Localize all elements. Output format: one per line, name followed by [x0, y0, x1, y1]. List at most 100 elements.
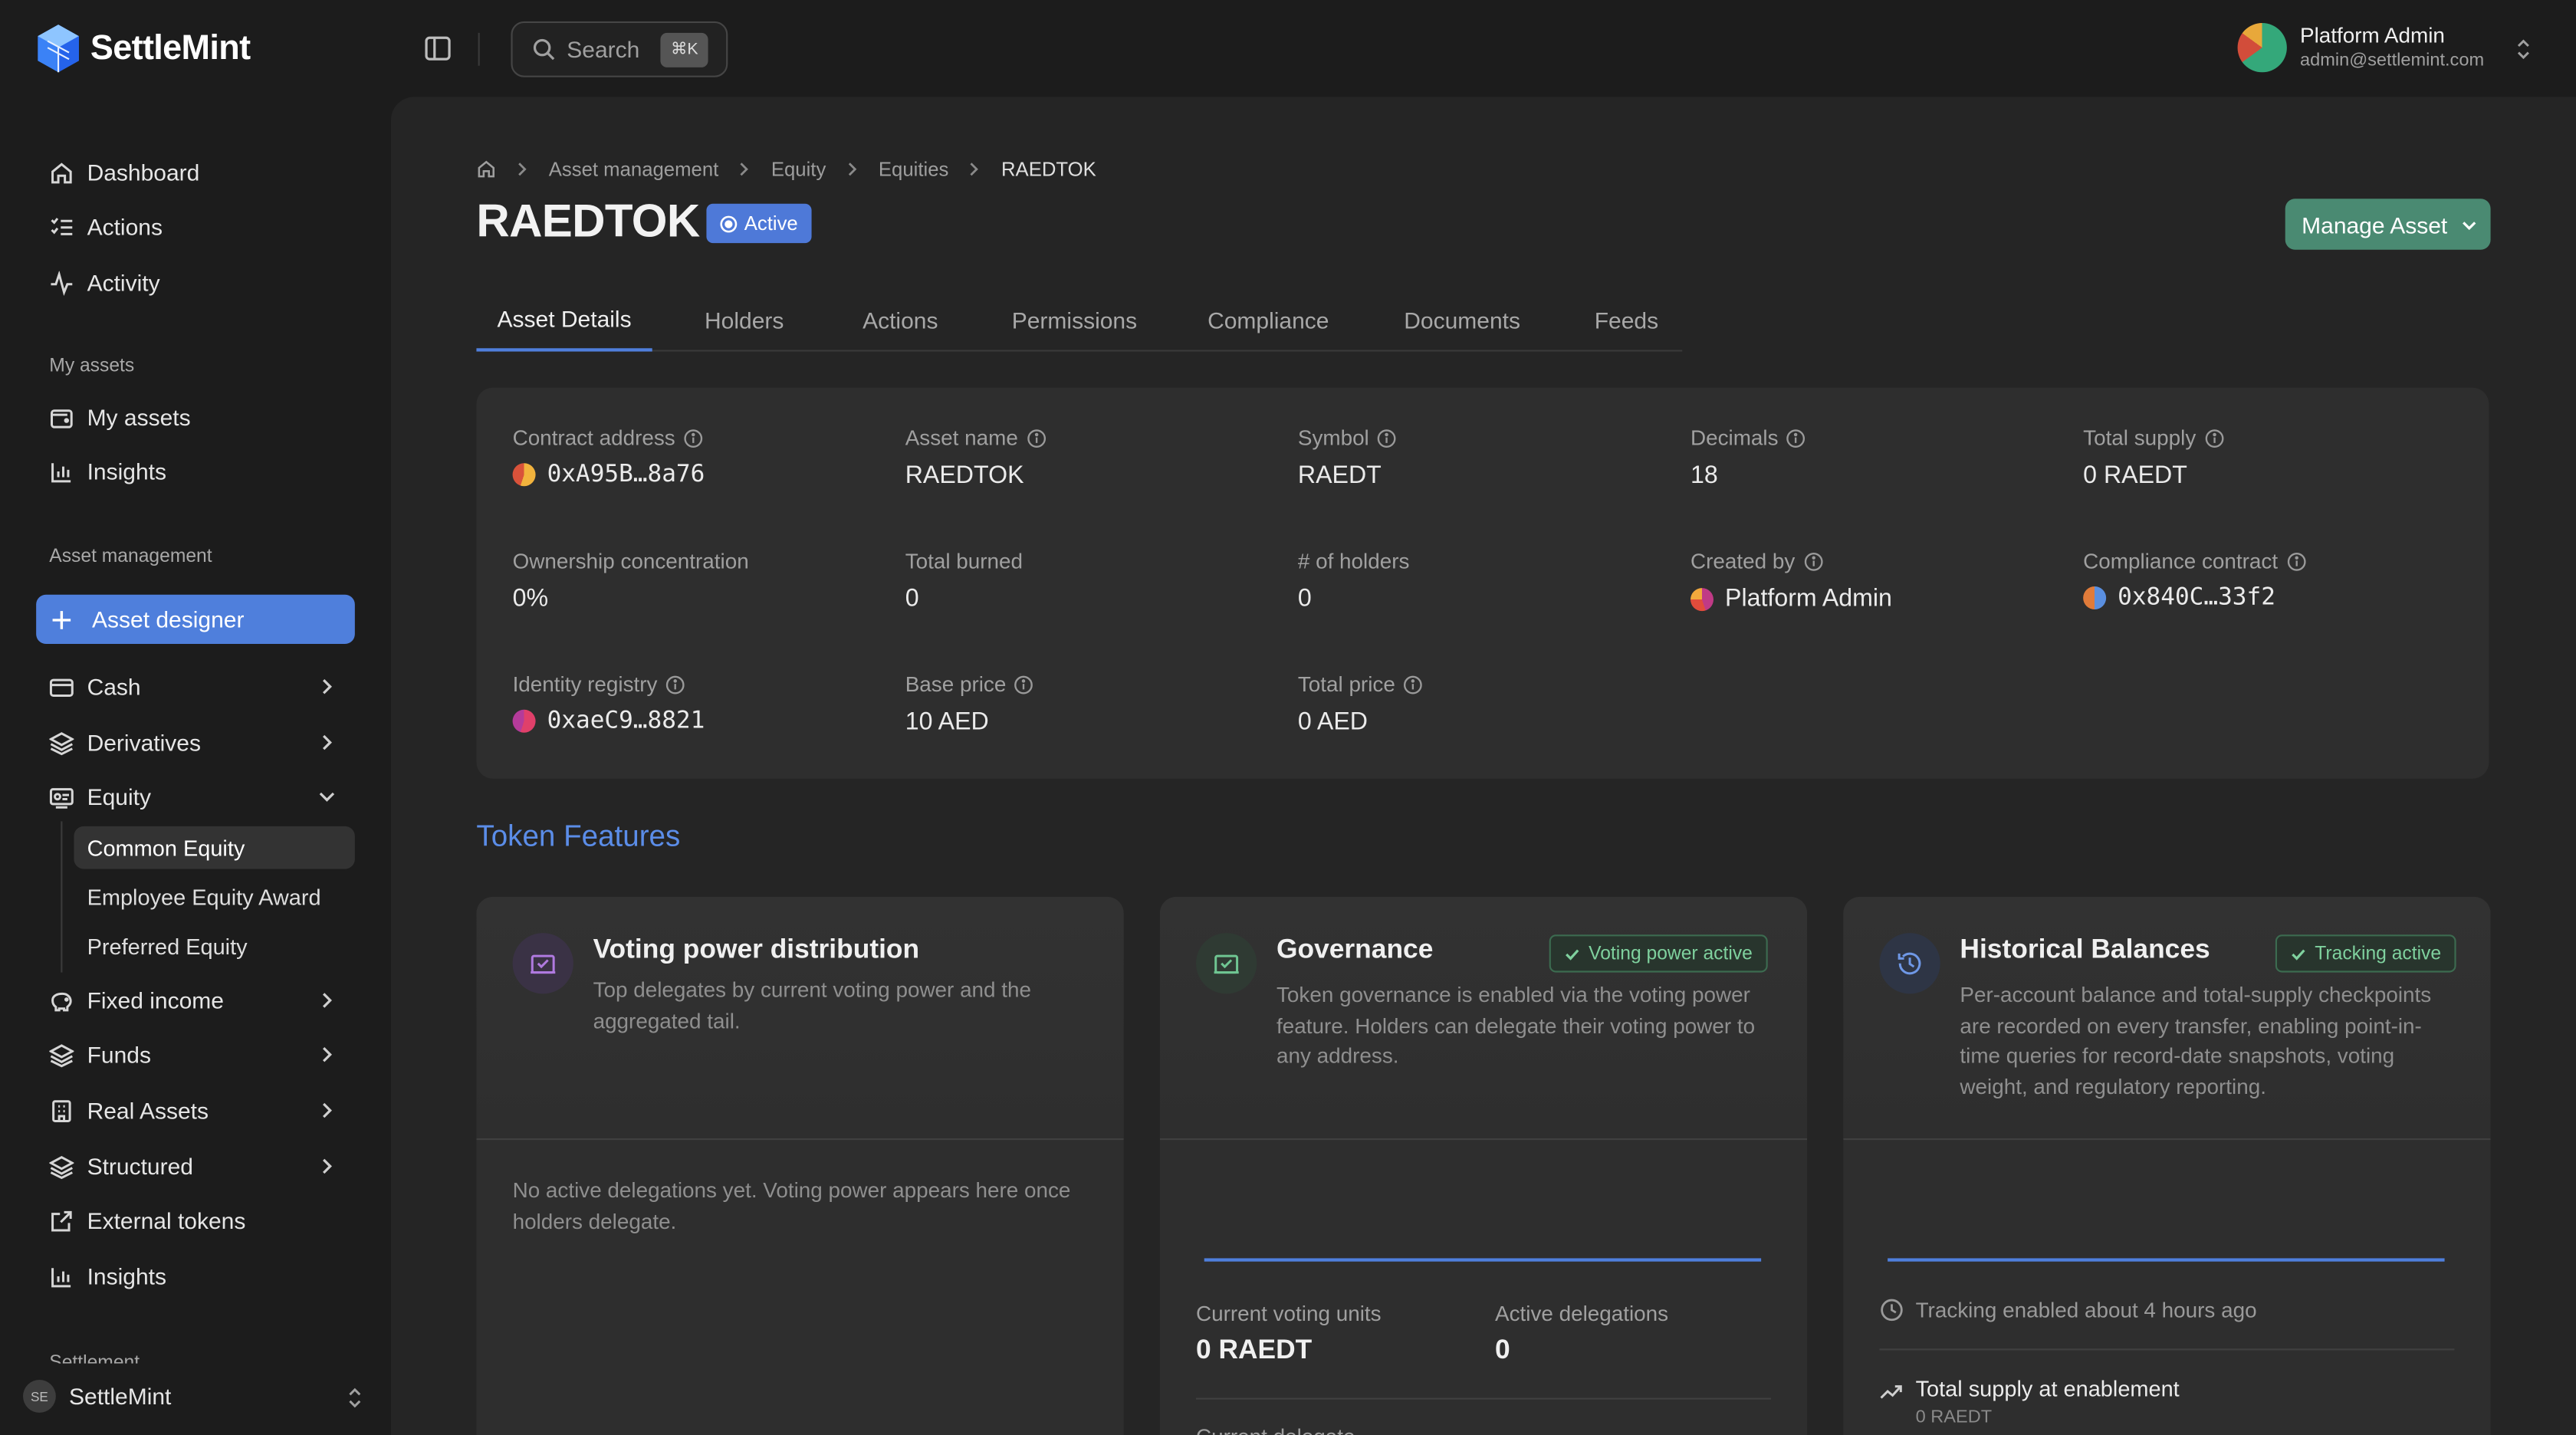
tab-actions[interactable]: Actions: [841, 289, 959, 351]
address-avatar-icon: [512, 463, 536, 487]
sidebar-item-label: My assets: [87, 404, 191, 431]
tab-permissions[interactable]: Permissions: [994, 289, 1155, 351]
info-icon[interactable]: [1786, 428, 1806, 448]
sidebar-item-funds[interactable]: Funds: [36, 1030, 355, 1079]
chevron-right-icon: [323, 1102, 332, 1118]
sidebar-subitem-common-equity[interactable]: Common Equity: [74, 826, 355, 869]
sidebar-item-insights-2[interactable]: Insights: [36, 1252, 355, 1301]
asset-designer-button[interactable]: Asset designer: [36, 594, 355, 644]
governance-card: Governance Voting power active Token gov…: [1159, 897, 1808, 1435]
total-price-value: 0 AED: [1297, 708, 1368, 736]
field-total-burned: Total burned 0: [905, 549, 1023, 613]
asset-details-card: Contract address 0xA95B…8a76 Asset name …: [476, 387, 2489, 779]
building-icon: [52, 1099, 71, 1121]
sidebar-item-derivatives[interactable]: Derivatives: [36, 718, 355, 767]
info-icon[interactable]: [665, 675, 685, 695]
sidebar-subitem-preferred-equity[interactable]: Preferred Equity: [74, 924, 354, 967]
user-menu[interactable]: Platform Admin admin@settlemint.com: [2237, 23, 2485, 73]
sidebar-item-insights[interactable]: Insights: [36, 447, 355, 496]
sidebar-item-equity[interactable]: Equity: [36, 772, 355, 821]
user-avatar-icon: [1691, 587, 1714, 611]
sidebar-item-actions[interactable]: Actions: [36, 202, 355, 251]
sidebar-item-activity[interactable]: Activity: [36, 258, 355, 307]
wallet-icon: [50, 409, 73, 428]
balance-chart-line: [1888, 1258, 2445, 1262]
card-description: Top delegates by current voting power an…: [593, 977, 1032, 1033]
search-label: Search: [567, 36, 640, 63]
sidebar-item-real-assets[interactable]: Real Assets: [36, 1085, 355, 1135]
chevron-right-icon: [323, 993, 332, 1008]
list-check-icon: [51, 216, 73, 235]
sidebar-item-my-assets[interactable]: My assets: [36, 392, 355, 442]
sidebar-item-dashboard[interactable]: Dashboard: [36, 148, 355, 197]
tracking-status: Tracking enabled about 4 hours ago: [1879, 1298, 2257, 1322]
section-label-settlement: Settlement: [49, 1353, 140, 1364]
sidebar-item-label: Fixed income: [87, 987, 224, 1014]
field-label: Total supply: [2083, 425, 2196, 451]
tab-documents[interactable]: Documents: [1385, 289, 1539, 351]
info-icon[interactable]: [683, 428, 703, 448]
field-base-price: Base price 10 AED: [905, 672, 1034, 736]
field-holders: # of holders 0: [1298, 549, 1410, 613]
search-button[interactable]: Search ⌘K: [511, 21, 728, 77]
total-burned-value: 0: [905, 584, 919, 613]
home-icon[interactable]: [476, 159, 496, 179]
field-label: Compliance contract: [2083, 548, 2279, 573]
tab-compliance[interactable]: Compliance: [1189, 289, 1347, 351]
org-switcher[interactable]: SE SettleMint: [23, 1380, 171, 1413]
chevron-right-icon: [741, 163, 749, 176]
supply-value: 0 RAEDT: [1915, 1407, 1993, 1428]
section-label-asset-management: Asset management: [49, 547, 212, 567]
logo[interactable]: SettleMint: [36, 23, 251, 74]
sidebar-item-structured[interactable]: Structured: [36, 1141, 355, 1190]
breadcrumb: Asset management Equity Equities RAEDTOK: [476, 158, 1096, 181]
section-label-my-assets: My assets: [49, 356, 135, 376]
info-icon[interactable]: [1803, 551, 1823, 571]
sidebar-item-fixed-income[interactable]: Fixed income: [36, 976, 355, 1025]
chevron-right-icon: [323, 734, 332, 750]
breadcrumb-item[interactable]: Equities: [879, 158, 949, 181]
info-icon[interactable]: [2286, 551, 2306, 571]
toolbar-divider: [478, 32, 480, 66]
compliance-contract-value[interactable]: 0x840C…33f2: [2118, 585, 2275, 611]
field-label: Ownership concentration: [512, 548, 749, 573]
sidebar-item-label: Insights: [87, 1263, 166, 1290]
info-icon[interactable]: [1014, 675, 1034, 695]
sidebar-item-external-tokens[interactable]: External tokens: [36, 1196, 355, 1245]
identity-registry-value[interactable]: 0xaeC9…8821: [547, 708, 705, 734]
sidebar-item-cash[interactable]: Cash: [36, 662, 355, 711]
chevrons-up-down-icon[interactable]: [2512, 36, 2535, 62]
info-icon[interactable]: [1404, 675, 1424, 695]
status-badge-label: Voting power active: [1589, 944, 1753, 964]
tab-holders[interactable]: Holders: [682, 289, 807, 351]
chevrons-up-down-icon[interactable]: [343, 1384, 366, 1410]
field-label: Decimals: [1691, 425, 1779, 451]
sidebar-toggle-icon[interactable]: [424, 34, 452, 62]
info-icon[interactable]: [2204, 428, 2224, 448]
info-icon[interactable]: [1027, 428, 1046, 448]
tab-asset-details[interactable]: Asset Details: [476, 289, 652, 352]
field-compliance-contract: Compliance contract 0x840C…33f2: [2083, 549, 2305, 611]
info-icon[interactable]: [1377, 428, 1397, 448]
tab-feeds[interactable]: Feeds: [1576, 289, 1677, 351]
user-email: admin@settlemint.com: [2300, 51, 2485, 71]
ownership-concentration-value: 0%: [512, 584, 549, 613]
sidebar: Dashboard Actions Activity My assets My …: [0, 99, 391, 1435]
sidebar-item-label: Activity: [87, 269, 160, 296]
field-label: Base price: [905, 672, 1007, 697]
chevron-right-icon: [323, 1158, 332, 1174]
card-icon: [512, 933, 573, 994]
plus-icon: [52, 610, 71, 629]
manage-asset-button[interactable]: Manage Asset: [2285, 199, 2491, 250]
sidebar-subitem-employee-equity-award[interactable]: Employee Equity Award: [74, 875, 354, 918]
logo-text: SettleMint: [90, 28, 251, 67]
layers-icon: [49, 1154, 74, 1179]
created-by-value[interactable]: Platform Admin: [1725, 585, 1892, 612]
check-icon: [2292, 948, 2305, 960]
piggy-bank-icon: [51, 991, 72, 1011]
breadcrumb-item[interactable]: Asset management: [549, 158, 719, 181]
sidebar-item-label: External tokens: [87, 1207, 246, 1234]
contract-address-value[interactable]: 0xA95B…8a76: [547, 461, 705, 488]
breadcrumb-item[interactable]: Equity: [771, 158, 826, 181]
chevron-right-icon: [971, 163, 979, 176]
